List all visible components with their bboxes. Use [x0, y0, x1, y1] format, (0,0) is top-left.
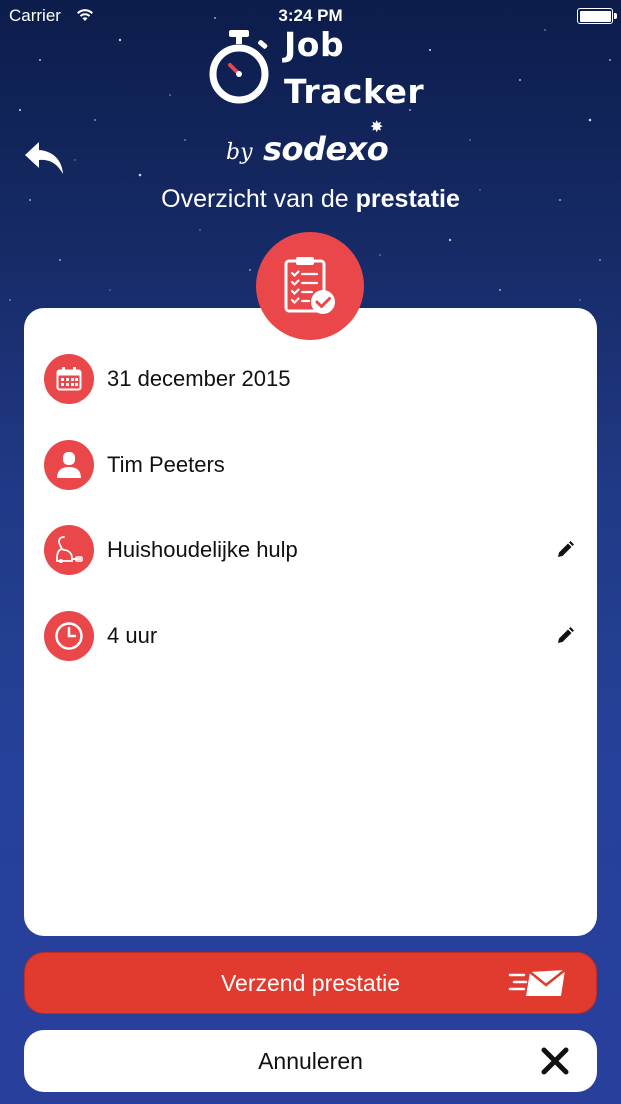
edit-duration-button[interactable]: [553, 624, 577, 648]
clock-icon: [44, 611, 94, 661]
star-icon: ✸: [370, 119, 384, 136]
cancel-button-label: Annuleren: [258, 1047, 363, 1074]
pencil-icon: [558, 627, 574, 643]
duration-value: 4 uur: [107, 623, 158, 648]
vacuum-cleaner-icon: [44, 525, 94, 575]
logo-by: by: [226, 140, 253, 165]
person-row: Tim Peeters: [44, 438, 577, 492]
back-arrow-icon: [25, 142, 63, 174]
person-name: Tim Peeters: [107, 452, 225, 477]
date-value: 31 december 2015: [107, 366, 291, 391]
page-title-text: Overzicht van de: [161, 185, 356, 213]
clipboard-badge: [256, 232, 364, 340]
clipboard-check-icon: [284, 257, 335, 314]
send-prestatie-button[interactable]: Verzend prestatie: [24, 952, 597, 1014]
person-icon: [44, 440, 94, 490]
calendar-icon: [44, 354, 94, 404]
back-button[interactable]: [22, 138, 66, 178]
battery-icon: [577, 8, 617, 24]
close-icon: [541, 1047, 569, 1075]
stopwatch-icon: [209, 30, 269, 104]
duration-row[interactable]: 4 uur: [44, 609, 577, 663]
pencil-icon: [558, 541, 574, 557]
page-title: Overzicht van de prestatie: [0, 185, 621, 214]
page-title-emphasis: prestatie: [355, 185, 460, 213]
service-row[interactable]: Huishoudelijke hulp: [44, 523, 577, 577]
send-button-label: Verzend prestatie: [220, 969, 400, 996]
envelope-send-icon: [508, 969, 566, 996]
clock-time: 3:24 PM: [278, 6, 343, 25]
cancel-button[interactable]: Annuleren: [24, 1030, 597, 1092]
summary-card: 31 december 2015 Tim Peeters Huishoudeli…: [24, 308, 597, 936]
logo-title-line1: Job: [284, 25, 345, 64]
date-row: 31 december 2015: [44, 352, 577, 406]
edit-service-button[interactable]: [553, 538, 577, 562]
logo-title-line2: Tracker: [284, 72, 425, 111]
service-value: Huishoudelijke hulp: [107, 537, 298, 562]
